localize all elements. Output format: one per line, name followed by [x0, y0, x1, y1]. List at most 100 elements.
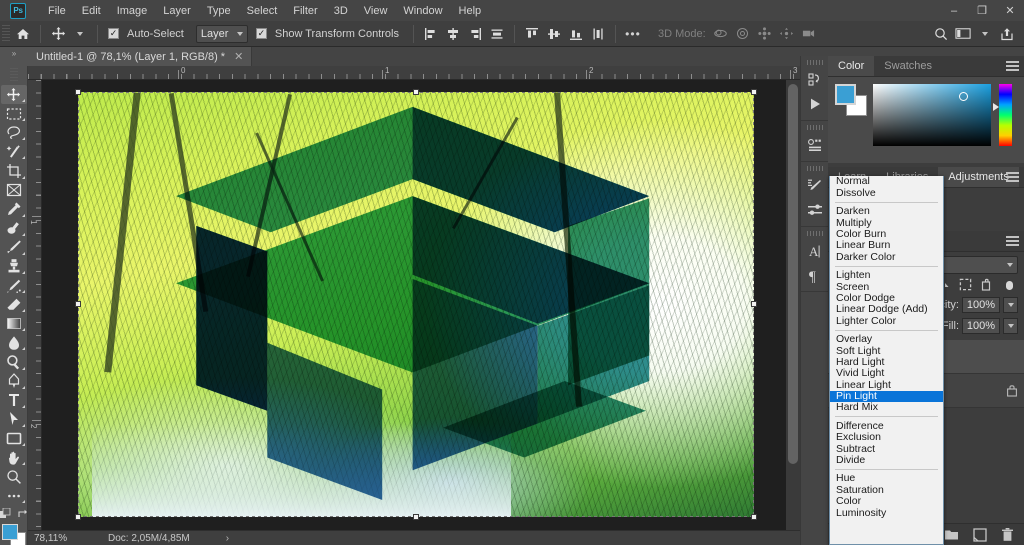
- auto-select-checkbox[interactable]: ✓ Auto-Select: [104, 28, 192, 40]
- close-icon[interactable]: ✕: [234, 50, 243, 63]
- saturation-value-field[interactable]: [873, 84, 991, 146]
- blend-option-multiply[interactable]: Multiply: [830, 217, 943, 228]
- menu-help[interactable]: Help: [451, 2, 490, 20]
- blend-option-hard-mix[interactable]: Hard Mix: [830, 402, 943, 413]
- blend-option-luminosity[interactable]: Luminosity: [830, 507, 943, 518]
- blend-option-darker-color[interactable]: Darker Color: [830, 251, 943, 262]
- blend-option-subtract[interactable]: Subtract: [830, 443, 943, 454]
- align-bottom-edges-icon[interactable]: [565, 24, 587, 44]
- blend-option-vivid-light[interactable]: Vivid Light: [830, 368, 943, 379]
- gradient-tool[interactable]: [1, 314, 27, 333]
- transform-handle-bottom-right[interactable]: [751, 514, 757, 520]
- transform-handle-top-right[interactable]: [751, 89, 757, 95]
- tool-preset-chevron-icon[interactable]: [69, 24, 91, 44]
- rail-grip[interactable]: [806, 166, 823, 171]
- swap-colors-icon[interactable]: [17, 508, 29, 520]
- scrollbar-thumb[interactable]: [788, 84, 798, 464]
- blend-option-lighter-color[interactable]: Lighter Color: [830, 315, 943, 326]
- blend-option-normal[interactable]: Normal: [830, 176, 943, 187]
- document-tab[interactable]: Untitled-1 @ 78,1% (Layer 1, RGB/8) * ✕: [28, 47, 253, 66]
- menu-filter[interactable]: Filter: [285, 2, 325, 20]
- rail-grip[interactable]: [806, 231, 823, 236]
- properties-panel-icon[interactable]: [803, 133, 827, 157]
- new-group-icon[interactable]: [944, 528, 959, 541]
- menu-window[interactable]: Window: [395, 2, 450, 20]
- chevron-down-icon[interactable]: [974, 24, 996, 44]
- panel-menu-icon[interactable]: [1006, 172, 1019, 183]
- clone-stamp-tool[interactable]: [1, 257, 27, 276]
- vertical-ruler[interactable]: 1 2: [28, 80, 42, 530]
- blend-option-hard-light[interactable]: Hard Light: [830, 356, 943, 367]
- paragraph-panel-icon[interactable]: ¶: [803, 263, 827, 287]
- blend-option-dissolve[interactable]: Dissolve: [830, 187, 943, 198]
- transform-handle-bottom-center[interactable]: [413, 514, 419, 520]
- transform-handle-bottom-left[interactable]: [75, 514, 81, 520]
- slide-3d-icon[interactable]: [776, 24, 798, 44]
- layer-scope-select[interactable]: Layer: [195, 24, 248, 43]
- distribute-horizontally-icon[interactable]: [486, 24, 508, 44]
- minimize-button[interactable]: –: [940, 0, 968, 21]
- close-button[interactable]: ✕: [996, 0, 1024, 21]
- menu-view[interactable]: View: [356, 2, 396, 20]
- roll-3d-icon[interactable]: [732, 24, 754, 44]
- rectangle-tool[interactable]: [1, 429, 27, 448]
- delete-layer-icon[interactable]: [1001, 527, 1014, 542]
- edit-toolbar-button[interactable]: [1, 486, 27, 505]
- tab-swatches[interactable]: Swatches: [874, 56, 942, 76]
- align-left-edges-icon[interactable]: [420, 24, 442, 44]
- more-options-icon[interactable]: •••: [622, 24, 644, 44]
- blend-option-darken[interactable]: Darken: [830, 206, 943, 217]
- brush-tool[interactable]: [1, 238, 27, 257]
- pen-tool[interactable]: [1, 372, 27, 391]
- blend-option-soft-light[interactable]: Soft Light: [830, 345, 943, 356]
- orbit-3d-icon[interactable]: [710, 24, 732, 44]
- menu-file[interactable]: File: [40, 2, 74, 20]
- blend-option-linear-burn[interactable]: Linear Burn: [830, 240, 943, 251]
- lock-artboard-icon[interactable]: [981, 278, 994, 291]
- menu-3d[interactable]: 3D: [326, 2, 356, 20]
- blend-option-saturation[interactable]: Saturation: [830, 484, 943, 495]
- color-swatches[interactable]: [1, 523, 27, 545]
- history-brush-tool[interactable]: [1, 276, 27, 295]
- crop-tool[interactable]: [1, 161, 27, 180]
- blend-option-color-dodge[interactable]: Color Dodge: [830, 293, 943, 304]
- frame-tool[interactable]: [1, 181, 27, 200]
- new-layer-icon[interactable]: [973, 527, 987, 542]
- lock-position-icon[interactable]: [959, 278, 972, 291]
- menu-edit[interactable]: Edit: [74, 2, 109, 20]
- brush-settings-panel-icon[interactable]: [803, 174, 827, 198]
- horizontal-type-tool[interactable]: [1, 391, 27, 410]
- blend-option-divide[interactable]: Divide: [830, 455, 943, 466]
- share-icon[interactable]: [996, 24, 1018, 44]
- magic-wand-tool[interactable]: [1, 142, 27, 161]
- home-icon[interactable]: [12, 24, 34, 44]
- distribute-vertically-icon[interactable]: [587, 24, 609, 44]
- hue-slider[interactable]: [993, 84, 1012, 146]
- canvas-vertical-scrollbar[interactable]: [786, 80, 800, 530]
- eyedropper-tool[interactable]: [1, 200, 27, 219]
- opacity-stepper-chevron-icon[interactable]: [1003, 296, 1018, 313]
- align-right-edges-icon[interactable]: [464, 24, 486, 44]
- blend-option-linear-dodge-add[interactable]: Linear Dodge (Add): [830, 304, 943, 315]
- zoom-level[interactable]: 78,11%: [28, 533, 98, 544]
- options-bar-grip[interactable]: [2, 24, 10, 43]
- menu-image[interactable]: Image: [109, 2, 156, 20]
- transform-handle-middle-right[interactable]: [751, 301, 757, 307]
- status-expand-arrow[interactable]: ›: [190, 533, 229, 544]
- menu-layer[interactable]: Layer: [155, 2, 199, 20]
- rail-grip[interactable]: [806, 60, 823, 65]
- toolbar-collapse-button[interactable]: »: [0, 47, 28, 66]
- move-tool-icon[interactable]: [47, 24, 69, 44]
- opacity-value[interactable]: 100%: [962, 296, 1000, 313]
- path-selection-tool[interactable]: [1, 410, 27, 429]
- align-top-edges-icon[interactable]: [521, 24, 543, 44]
- panel-menu-icon[interactable]: [1006, 236, 1019, 247]
- tools-panel-grip[interactable]: [9, 68, 18, 83]
- restore-button[interactable]: ❐: [968, 0, 996, 21]
- zoom-tool[interactable]: [1, 467, 27, 486]
- spot-healing-brush-tool[interactable]: [1, 219, 27, 238]
- tab-color[interactable]: Color: [828, 56, 875, 76]
- foreground-color-swatch[interactable]: [835, 84, 856, 105]
- blend-option-lighten[interactable]: Lighten: [830, 270, 943, 281]
- blend-option-difference[interactable]: Difference: [830, 420, 943, 431]
